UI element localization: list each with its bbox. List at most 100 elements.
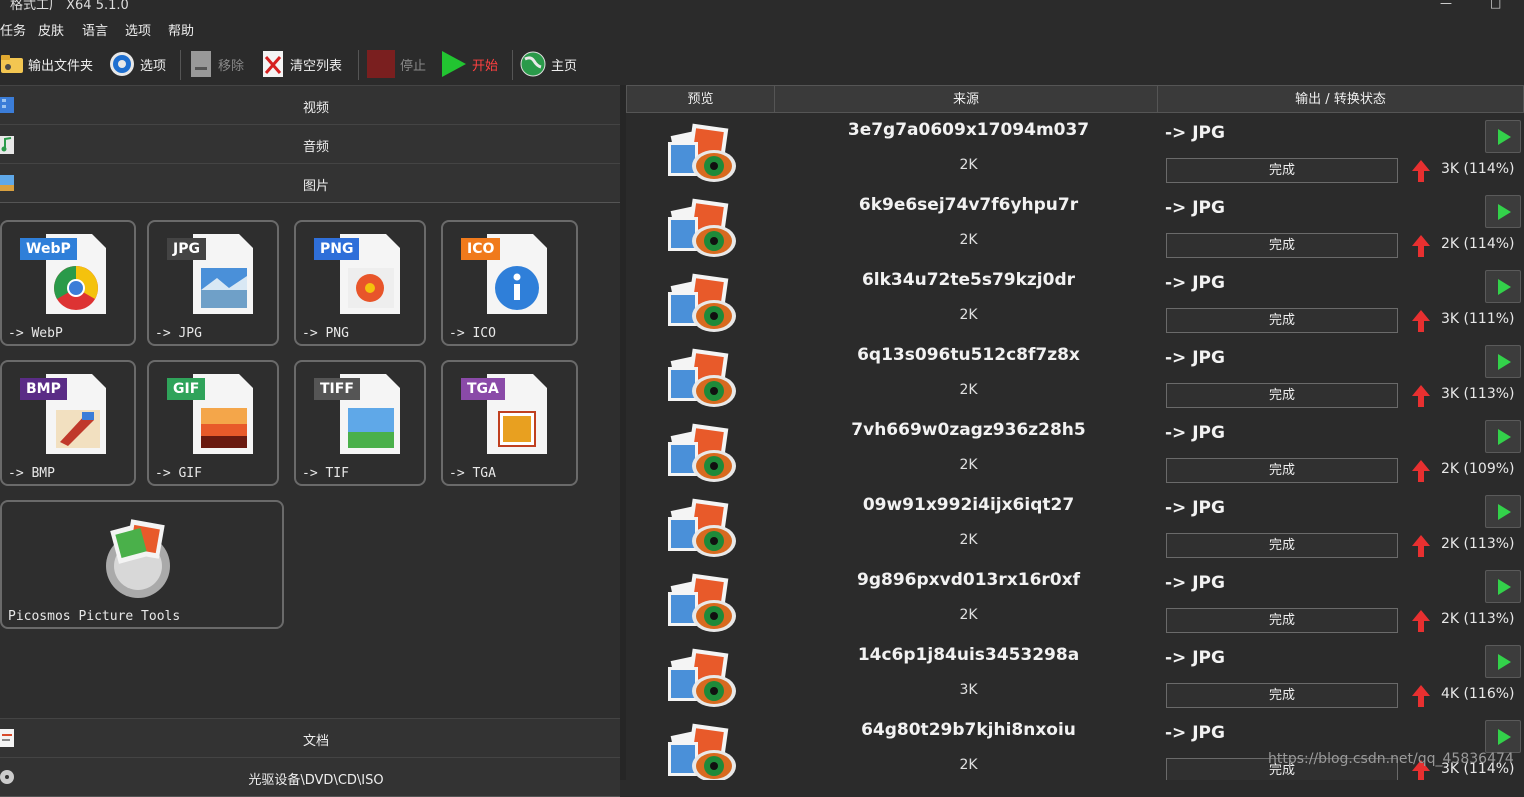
menu-task[interactable]: 任务	[0, 20, 26, 39]
image-preview-icon	[668, 273, 736, 332]
tile-ico[interactable]: ICO -> ICO	[441, 220, 578, 346]
tile-picosmos-tools[interactable]: Picosmos Picture Tools	[0, 500, 284, 629]
task-row[interactable]: 3e7g7a0609x17094m037 2K -> JPG 完成 3K (11…	[626, 115, 1524, 190]
image-preview-icon	[668, 198, 736, 257]
status-bar: 完成	[1166, 533, 1398, 558]
tile-webp-caption: -> WebP	[8, 326, 63, 341]
maximize-icon[interactable]: □	[1490, 0, 1501, 10]
output-format: -> JPG	[1165, 123, 1225, 143]
menu-language[interactable]: 语言	[82, 20, 108, 39]
source-filename: 6q13s096tu512c8f7z8x	[857, 345, 1080, 365]
task-row[interactable]: 6q13s096tu512c8f7z8x 2K -> JPG 完成 3K (11…	[626, 340, 1524, 415]
output-result: 3K (114%)	[1441, 161, 1515, 177]
play-output-button[interactable]	[1485, 720, 1521, 753]
status-bar: 完成	[1166, 233, 1398, 258]
menu-skin[interactable]: 皮肤	[38, 20, 64, 39]
gear-icon	[110, 52, 134, 76]
source-filename: 09w91x992i4ijx6iqt27	[862, 495, 1075, 515]
source-filename: 9g896pxvd013rx16r0xf	[857, 570, 1080, 590]
arrow-up-icon	[1412, 385, 1430, 407]
status-bar: 完成	[1166, 608, 1398, 633]
play-output-button[interactable]	[1485, 570, 1521, 603]
menu-options[interactable]: 选项	[125, 20, 151, 39]
output-folder-button[interactable]: 输出文件夹	[0, 49, 93, 79]
category-document[interactable]: 文档	[0, 718, 620, 758]
play-icon	[442, 51, 466, 77]
source-size: 2K	[959, 757, 978, 773]
category-video[interactable]: 视频	[0, 85, 620, 125]
jpg-badge: JPG	[167, 238, 206, 260]
task-row[interactable]: 64g80t29b7kjhi8nxoiu 2K -> JPG 完成 3K (11…	[626, 715, 1524, 780]
clear-list-label: 清空列表	[290, 58, 343, 74]
category-picture-label: 图片	[302, 179, 329, 194]
tile-tiff[interactable]: TIFF -> TIF	[294, 360, 426, 486]
task-row[interactable]: 14c6p1j84uis3453298a 3K -> JPG 完成 4K (11…	[626, 640, 1524, 715]
status-bar: 完成	[1166, 383, 1398, 408]
png-badge: PNG	[314, 238, 360, 260]
tile-bmp-caption: -> BMP	[8, 466, 55, 481]
tile-gif[interactable]: GIF -> GIF	[147, 360, 279, 486]
task-row[interactable]: 09w91x992i4ijx6iqt27 2K -> JPG 完成 2K (11…	[626, 490, 1524, 565]
arrow-up-icon	[1412, 535, 1430, 557]
function-panel: 视频 音频 图片 WebP -> WebP JPG -> JPG PNG -> …	[0, 85, 620, 797]
arrow-up-icon	[1412, 310, 1430, 332]
status-bar: 完成	[1166, 158, 1398, 183]
task-row[interactable]: 6k9e6sej74v7f6yhpu7r 2K -> JPG 完成 2K (11…	[626, 190, 1524, 265]
remove-label: 移除	[218, 58, 245, 74]
play-output-button[interactable]	[1485, 420, 1521, 453]
gif-badge: GIF	[167, 378, 206, 400]
play-output-button[interactable]	[1485, 120, 1521, 153]
source-filename: 3e7g7a0609x17094m037	[847, 120, 1090, 140]
tile-jpg[interactable]: JPG -> JPG	[147, 220, 279, 346]
play-output-button[interactable]	[1485, 270, 1521, 303]
start-button[interactable]: 开始	[440, 49, 498, 79]
arrow-up-icon	[1412, 460, 1430, 482]
menu-bar: 任务 皮肤 语言 选项 帮助	[0, 14, 1524, 44]
category-audio-label: 音频	[302, 140, 329, 155]
source-size: 2K	[959, 382, 978, 398]
task-row[interactable]: 6lk34u72te5s79kzj0dr 2K -> JPG 完成 3K (11…	[626, 265, 1524, 340]
column-preview[interactable]: 预览	[626, 85, 775, 113]
play-icon	[1498, 654, 1511, 670]
category-optical[interactable]: 光驱设备\DVD\CD\ISO	[0, 757, 620, 797]
stop-button[interactable]: 停止	[366, 49, 426, 79]
task-row[interactable]: 9g896pxvd013rx16r0xf 2K -> JPG 完成 2K (11…	[626, 565, 1524, 640]
tiff-badge: TIFF	[314, 378, 360, 400]
webp-badge: WebP	[20, 238, 77, 260]
menu-help[interactable]: 帮助	[168, 20, 194, 39]
minimize-icon[interactable]: —	[1440, 0, 1452, 10]
tile-tga-caption: -> TGA	[449, 466, 496, 481]
tile-webp[interactable]: WebP -> WebP	[0, 220, 136, 346]
category-picture[interactable]: 图片	[0, 163, 620, 203]
tile-tga[interactable]: TGA -> TGA	[441, 360, 578, 486]
remove-button[interactable]: 移除	[188, 49, 244, 79]
home-button[interactable]: 主页	[519, 49, 577, 79]
category-audio[interactable]: 音频	[0, 124, 620, 164]
task-row[interactable]: 7vh669w0zagz936z28h5 2K -> JPG 完成 2K (10…	[626, 415, 1524, 490]
options-button[interactable]: 选项	[108, 49, 166, 79]
category-optical-label: 光驱设备\DVD\CD\ISO	[248, 773, 384, 788]
column-source[interactable]: 来源	[774, 85, 1158, 113]
tile-png[interactable]: PNG -> PNG	[294, 220, 426, 346]
output-format: -> JPG	[1165, 198, 1225, 218]
play-output-button[interactable]	[1485, 195, 1521, 228]
status-bar: 完成	[1166, 458, 1398, 483]
arrow-up-icon	[1412, 685, 1430, 707]
source-size: 2K	[959, 157, 978, 173]
output-result: 2K (114%)	[1441, 236, 1515, 252]
source-filename: 7vh669w0zagz936z28h5	[851, 420, 1086, 440]
image-preview-icon	[668, 423, 736, 482]
source-size: 2K	[959, 457, 978, 473]
clear-list-button[interactable]: 清空列表	[260, 49, 342, 79]
output-format: -> JPG	[1165, 723, 1225, 743]
tile-tiff-caption: -> TIF	[302, 466, 349, 481]
play-output-button[interactable]	[1485, 345, 1521, 378]
remove-doc-icon	[191, 51, 211, 77]
tile-bmp[interactable]: BMP -> BMP	[0, 360, 136, 486]
play-output-button[interactable]	[1485, 645, 1521, 678]
play-icon	[1498, 129, 1511, 145]
output-format: -> JPG	[1165, 498, 1225, 518]
source-filename: 14c6p1j84uis3453298a	[857, 645, 1080, 665]
column-output[interactable]: 输出 / 转换状态	[1157, 85, 1524, 113]
play-output-button[interactable]	[1485, 495, 1521, 528]
